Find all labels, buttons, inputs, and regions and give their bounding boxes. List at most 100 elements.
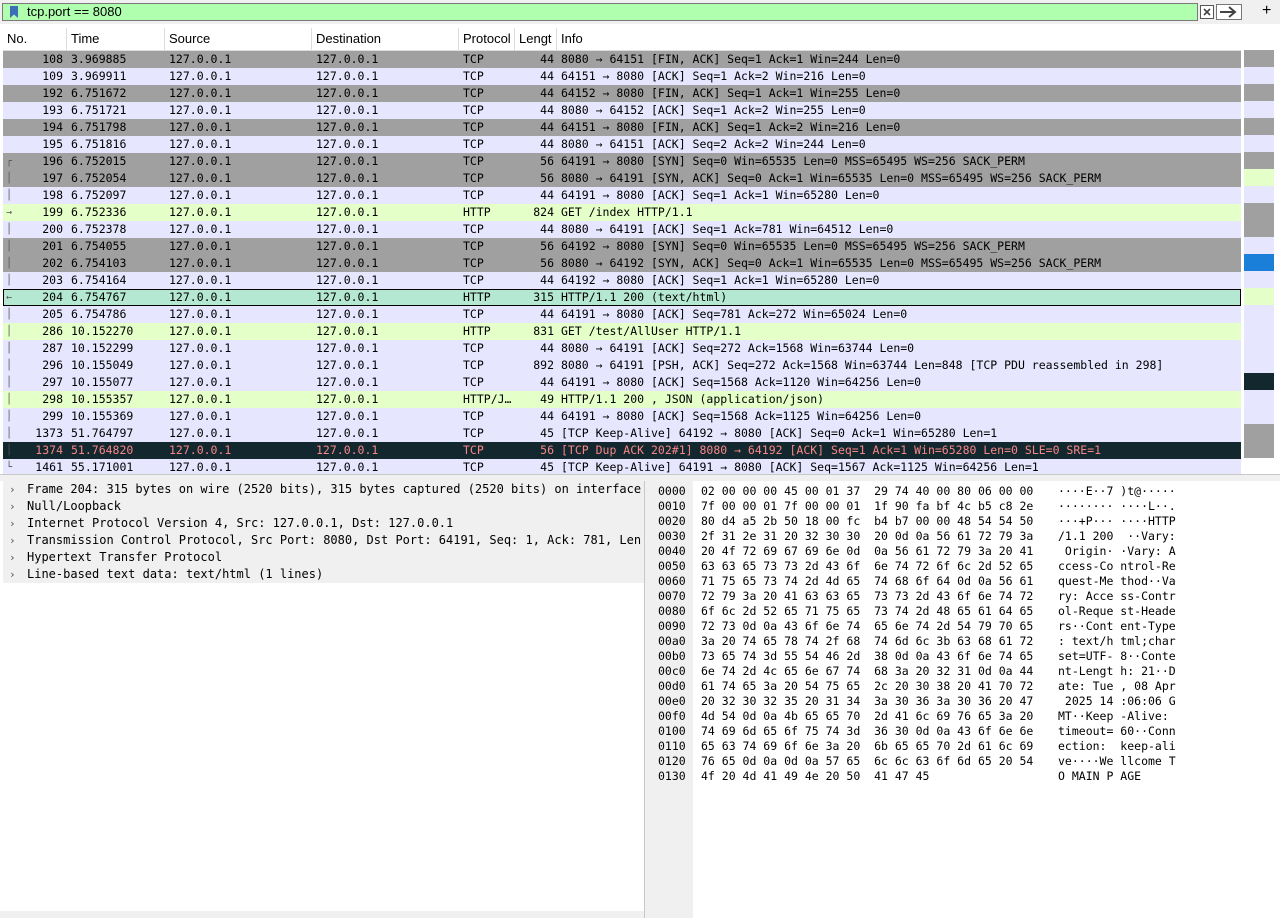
byte-offset: 0030 (658, 529, 686, 543)
packet-row[interactable]: 109 3.969911 127.0.0.1 127.0.0.1 TCP 44 64151 … (3, 68, 1241, 85)
packet-number: 193 (42, 103, 63, 117)
packet-time: 6.752054 (71, 171, 127, 185)
packet-row[interactable]: │ 287 10.152299 127.0.0.1 127.0.0.1 TCP 44 8080… (3, 340, 1241, 357)
packet-destination: 127.0.0.1 (316, 239, 379, 253)
byte-offset: 00d0 (658, 679, 686, 693)
packet-row[interactable]: 193 6.751721 127.0.0.1 127.0.0.1 TCP 44 8080 →… (3, 102, 1241, 119)
packet-time: 10.155049 (71, 358, 134, 372)
packet-length: 831 (533, 324, 554, 338)
packet-number: 192 (42, 86, 63, 100)
packet-row[interactable]: ← 204 6.754767 127.0.0.1 127.0.0.1 HTTP 315 HTT… (3, 289, 1241, 306)
packet-source: 127.0.0.1 (169, 307, 232, 321)
packet-source: 127.0.0.1 (169, 239, 232, 253)
detail-tree-item[interactable]: › Null/Loopback (3, 498, 644, 515)
byte-ascii: timeout= 60··Conn (1058, 724, 1176, 738)
expand-chevron-icon[interactable]: › (9, 532, 19, 549)
packet-length: 49 (540, 392, 554, 406)
column-header-destination[interactable]: Destination (312, 28, 459, 50)
expand-chevron-icon[interactable]: › (9, 481, 19, 498)
packet-destination: 127.0.0.1 (316, 205, 379, 219)
packet-row[interactable]: 195 6.751816 127.0.0.1 127.0.0.1 TCP 44 8080 →… (3, 136, 1241, 153)
packet-length: 44 (540, 52, 554, 66)
packet-protocol: TCP (463, 460, 484, 474)
display-filter-input[interactable]: tcp.port == 8080 (2, 3, 1198, 21)
column-header-source[interactable]: Source (165, 28, 312, 50)
packet-number: 203 (42, 273, 63, 287)
packet-row[interactable]: │ 200 6.752378 127.0.0.1 127.0.0.1 TCP 44 8080 … (3, 221, 1241, 238)
packet-source: 127.0.0.1 (169, 120, 232, 134)
column-header-protocol[interactable]: Protocol (459, 28, 515, 50)
column-header-no[interactable]: No. (3, 28, 67, 50)
detail-tree-item[interactable]: › Hypertext Transfer Protocol (3, 549, 644, 566)
minimap-band (1244, 237, 1274, 254)
packet-row[interactable]: │ 203 6.754164 127.0.0.1 127.0.0.1 TCP 44 64192… (3, 272, 1241, 289)
packet-row[interactable]: │ 1373 51.764797 127.0.0.1 127.0.0.1 TCP 45 [TC… (3, 425, 1241, 442)
packet-length: 44 (540, 120, 554, 134)
add-filter-button-plus-icon[interactable]: + (1262, 2, 1271, 20)
packet-time: 6.751672 (71, 86, 127, 100)
packet-row[interactable]: │ 1374 51.764820 127.0.0.1 127.0.0.1 TCP 56 [TC… (3, 442, 1241, 459)
detail-tree-item[interactable]: › Internet Protocol Version 4, Src: 127.0… (3, 515, 644, 532)
packet-row[interactable]: │ 298 10.155357 127.0.0.1 127.0.0.1 HTTP/J… 49… (3, 391, 1241, 408)
expand-chevron-icon[interactable]: › (9, 498, 19, 515)
packet-row[interactable]: │ 299 10.155369 127.0.0.1 127.0.0.1 TCP 44 6419… (3, 408, 1241, 425)
detail-tree-item[interactable]: › Line-based text data: text/html (1 line… (3, 566, 644, 583)
packet-row[interactable]: └ 1461 55.171001 127.0.0.1 127.0.0.1 TCP 45 [TC… (3, 459, 1241, 474)
bookmark-icon[interactable] (7, 5, 21, 19)
packet-length: 56 (540, 239, 554, 253)
packet-source: 127.0.0.1 (169, 290, 232, 304)
packet-protocol: TCP (463, 375, 484, 389)
detail-tree-item[interactable]: › Transmission Control Protocol, Src Port… (3, 532, 644, 549)
display-filter-text: tcp.port == 8080 (27, 4, 122, 19)
expand-chevron-icon[interactable]: › (9, 566, 19, 583)
packet-info: HTTP/1.1 200 (text/html) (561, 290, 728, 304)
packet-row[interactable]: ┌ 196 6.752015 127.0.0.1 127.0.0.1 TCP 56 64191… (3, 153, 1241, 170)
packet-row[interactable]: → 199 6.752336 127.0.0.1 127.0.0.1 HTTP 824 GET… (3, 204, 1241, 221)
byte-ascii: ····E··7 )t@····· (1058, 484, 1176, 498)
byte-ascii: ve····We llcome T (1058, 754, 1176, 768)
detail-tree-item[interactable]: › Frame 204: 315 bytes on wire (2520 bits… (3, 481, 644, 498)
packet-length: 892 (533, 358, 554, 372)
packet-time: 10.155369 (71, 409, 134, 423)
packet-number: 286 (42, 324, 63, 338)
clear-filter-icon[interactable] (1200, 5, 1214, 19)
apply-filter-arrow-icon[interactable] (1216, 4, 1242, 20)
packet-number: 205 (42, 307, 63, 321)
packet-length: 315 (533, 290, 554, 304)
expand-chevron-icon[interactable]: › (9, 515, 19, 532)
byte-ascii: : text/h tml;char (1058, 634, 1176, 648)
byte-offset: 00b0 (658, 649, 686, 663)
packet-row[interactable]: │ 205 6.754786 127.0.0.1 127.0.0.1 TCP 44 64191… (3, 306, 1241, 323)
vertical-pane-splitter[interactable] (644, 481, 651, 918)
packet-row[interactable]: 192 6.751672 127.0.0.1 127.0.0.1 TCP 44 64152 … (3, 85, 1241, 102)
packet-time: 6.754786 (71, 307, 127, 321)
pane-splitter[interactable] (0, 474, 1280, 481)
expand-chevron-icon[interactable]: › (9, 549, 19, 566)
packet-row[interactable]: 194 6.751798 127.0.0.1 127.0.0.1 TCP 44 64151 … (3, 119, 1241, 136)
packet-info: 8080 → 64191 [ACK] Seq=272 Ack=1568 Win=… (561, 341, 915, 355)
packet-row[interactable]: 108 3.969885 127.0.0.1 127.0.0.1 TCP 44 8080 →… (3, 51, 1241, 68)
packet-row[interactable]: │ 198 6.752097 127.0.0.1 127.0.0.1 TCP 44 64191… (3, 187, 1241, 204)
packet-number: 198 (42, 188, 63, 202)
packet-row[interactable]: │ 202 6.754103 127.0.0.1 127.0.0.1 TCP 56 8080 … (3, 255, 1241, 272)
column-header-time[interactable]: Time (67, 28, 165, 50)
packet-row[interactable]: │ 286 10.152270 127.0.0.1 127.0.0.1 HTTP 831 GE… (3, 323, 1241, 340)
packet-minimap-scrollbar[interactable] (1241, 28, 1276, 474)
packet-info: GET /test/AllUser HTTP/1.1 (561, 324, 742, 338)
column-header-length[interactable]: Lengt (515, 28, 557, 50)
packet-destination: 127.0.0.1 (316, 392, 379, 406)
packet-protocol: TCP (463, 188, 484, 202)
packet-source: 127.0.0.1 (169, 443, 232, 457)
packet-length: 44 (540, 103, 554, 117)
packet-row[interactable]: │ 296 10.155049 127.0.0.1 127.0.0.1 TCP 892 808… (3, 357, 1241, 374)
minimap-band (1244, 84, 1274, 101)
details-horizontal-scrollbar[interactable] (0, 911, 644, 918)
packet-row[interactable]: │ 297 10.155077 127.0.0.1 127.0.0.1 TCP 44 6419… (3, 374, 1241, 391)
packet-destination: 127.0.0.1 (316, 290, 379, 304)
packet-row[interactable]: │ 197 6.752054 127.0.0.1 127.0.0.1 TCP 56 8080 … (3, 170, 1241, 187)
column-header-info[interactable]: Info (557, 28, 1241, 50)
minimap-band (1244, 152, 1274, 169)
packet-length: 56 (540, 256, 554, 270)
packet-row[interactable]: │ 201 6.754055 127.0.0.1 127.0.0.1 TCP 56 64192… (3, 238, 1241, 255)
packet-protocol: TCP (463, 256, 484, 270)
